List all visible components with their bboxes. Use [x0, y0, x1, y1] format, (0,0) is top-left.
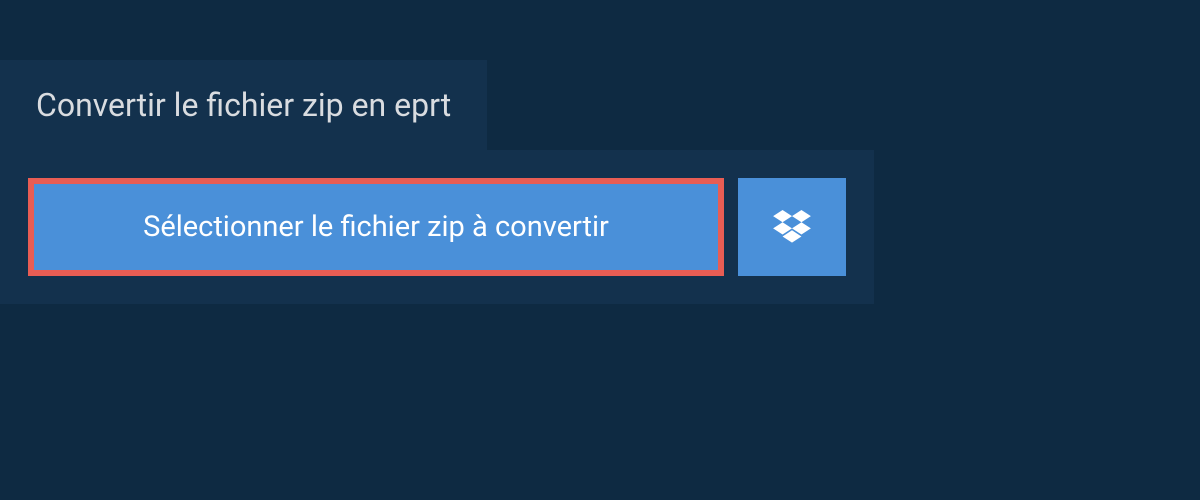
- dropbox-button[interactable]: [738, 178, 846, 276]
- tab-header: Convertir le fichier zip en eprt: [0, 60, 487, 150]
- select-file-label: Sélectionner le fichier zip à convertir: [143, 210, 609, 244]
- select-file-button[interactable]: Sélectionner le fichier zip à convertir: [28, 178, 724, 276]
- converter-panel: Sélectionner le fichier zip à convertir: [0, 150, 874, 304]
- button-row: Sélectionner le fichier zip à convertir: [28, 178, 846, 276]
- tab-title: Convertir le fichier zip en eprt: [36, 86, 451, 124]
- dropbox-icon: [773, 210, 811, 244]
